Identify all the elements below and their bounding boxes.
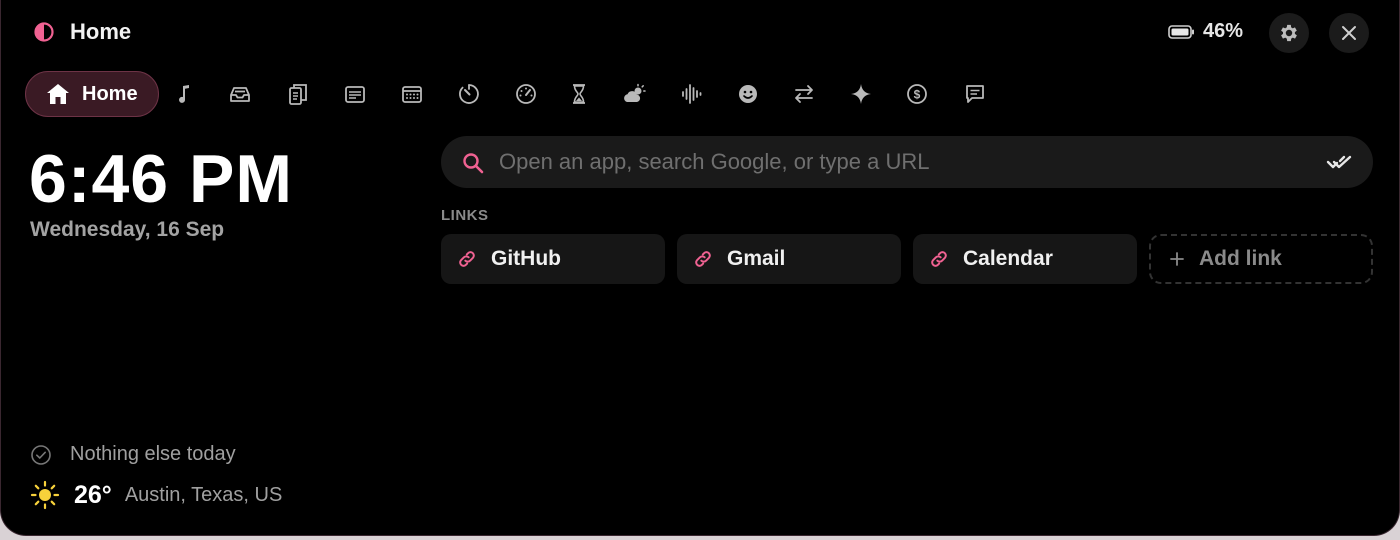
gear-icon: [1281, 24, 1297, 42]
weather-temperature: 26°: [74, 480, 112, 509]
tab-inbox[interactable]: [227, 81, 253, 107]
tab-hourglass[interactable]: [566, 81, 592, 107]
tab-speedometer[interactable]: [513, 81, 539, 107]
tab-home-label: Home: [82, 82, 138, 105]
tab-weather[interactable]: [621, 81, 647, 107]
chat-icon: [966, 85, 984, 103]
tab-calendar[interactable]: [399, 81, 425, 107]
battery-icon: [1168, 24, 1194, 39]
weather-location: Austin, Texas, US: [124, 483, 283, 506]
tab-emoji[interactable]: [735, 81, 761, 107]
close-button[interactable]: [1329, 13, 1369, 53]
link-label: GitHub: [491, 247, 561, 270]
link-icon: [931, 251, 947, 267]
sun-icon: [30, 480, 60, 510]
tab-home[interactable]: Home: [25, 71, 159, 117]
convert-arrows-icon: [795, 85, 813, 103]
weather-widget: 26° Austin, Texas, US: [30, 480, 282, 510]
links-heading: LINKS: [441, 207, 489, 224]
search-bar[interactable]: [441, 136, 1373, 188]
plus-icon: [1170, 252, 1184, 266]
emoji-icon: [739, 85, 757, 103]
music-note-icon: [179, 85, 189, 103]
svg-text:$: $: [914, 88, 921, 102]
add-link-button[interactable]: Add link: [1149, 234, 1373, 284]
header: Home 46%: [1, 0, 1399, 64]
tab-timer[interactable]: [456, 81, 482, 107]
tab-convert[interactable]: [791, 81, 817, 107]
tab-chat[interactable]: [962, 81, 988, 107]
double-check-icon[interactable]: [1325, 150, 1355, 174]
home-icon: [47, 84, 69, 104]
close-icon: [1342, 26, 1356, 40]
link-label: Calendar: [963, 247, 1053, 270]
audio-waveform-icon: [682, 84, 702, 104]
search-input[interactable]: [499, 146, 1299, 178]
tab-sparkle[interactable]: [848, 81, 874, 107]
agenda-status: Nothing else today: [30, 443, 236, 466]
clock-date: Wednesday, 16 Sep: [30, 218, 225, 241]
link-icon: [459, 251, 475, 267]
battery-status: 46%: [1168, 20, 1243, 43]
page-title: Home: [70, 19, 132, 44]
add-link-label: Add link: [1199, 247, 1282, 270]
hourglass-icon: [573, 84, 585, 104]
link-gmail[interactable]: Gmail: [677, 234, 901, 284]
app-window: Home 46% Home $ 6:46 PM Wednesday, 16 Se…: [0, 0, 1400, 536]
notes-icon: [345, 86, 365, 103]
tab-notes[interactable]: [342, 81, 368, 107]
battery-percent: 46%: [1203, 20, 1244, 42]
tab-music[interactable]: [172, 81, 198, 107]
speedometer-icon: [516, 84, 536, 104]
currency-icon: $: [907, 84, 927, 104]
check-circle-icon: [31, 444, 51, 465]
calendar-icon: [402, 86, 422, 103]
sparkle-icon: [851, 84, 871, 104]
clock-time: 6:46 PM: [29, 141, 293, 217]
timer-icon: [459, 84, 479, 104]
link-label: Gmail: [727, 247, 786, 270]
link-calendar[interactable]: Calendar: [913, 234, 1137, 284]
agenda-text: Nothing else today: [70, 443, 236, 465]
weather-icon: [624, 83, 646, 102]
tab-clipboard[interactable]: [285, 81, 311, 107]
tab-audio[interactable]: [679, 81, 705, 107]
tab-currency[interactable]: $: [904, 81, 930, 107]
app-logo-icon: [34, 22, 54, 42]
link-icon: [695, 251, 711, 267]
tab-bar: Home: [25, 71, 159, 117]
inbox-tray-icon: [230, 87, 250, 102]
settings-button[interactable]: [1269, 13, 1309, 53]
search-icon: [463, 153, 484, 174]
link-github[interactable]: GitHub: [441, 234, 665, 284]
clipboard-icon: [289, 84, 307, 105]
